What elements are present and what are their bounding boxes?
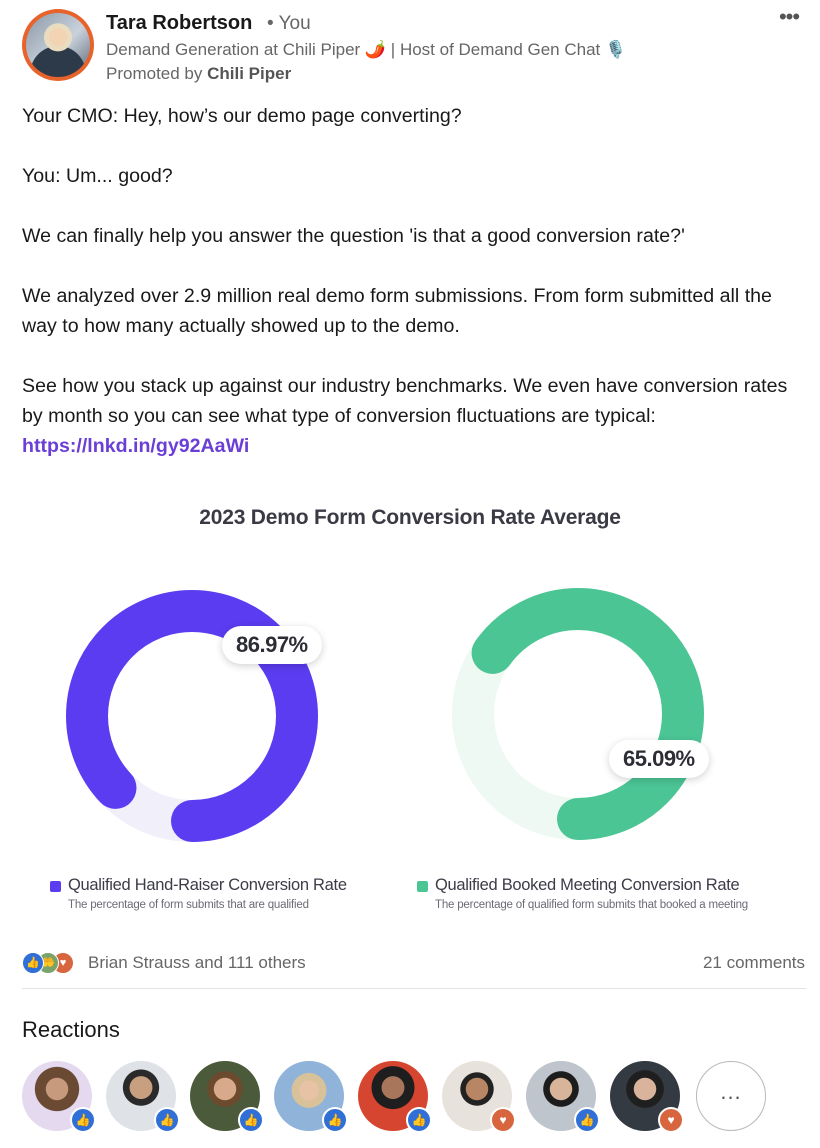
reactor-avatar[interactable]: 👍: [190, 1061, 264, 1133]
post-link[interactable]: https://lnkd.in/gy92AaWi: [22, 435, 249, 457]
reactor-avatar[interactable]: 👍: [274, 1061, 348, 1133]
legend-swatch: [50, 881, 61, 892]
promoted-prefix: Promoted by: [106, 64, 203, 83]
legend-label: Qualified Booked Meeting Conversion Rate: [435, 876, 740, 894]
legend-label: Qualified Hand-Raiser Conversion Rate: [68, 876, 347, 894]
post-line: You: Um... good?: [22, 165, 173, 187]
author-name[interactable]: Tara Robertson: [106, 12, 252, 35]
comments-count-link[interactable]: 21 comments: [703, 953, 805, 973]
donut-chart-booked-meeting: [452, 588, 704, 840]
post-line: See how you stack up against our industr…: [22, 371, 802, 461]
like-icon: 👍: [574, 1107, 600, 1133]
post-line: Your CMO: Hey, how’s our demo page conve…: [22, 105, 462, 127]
donut-value-label: 86.97%: [222, 626, 322, 664]
reactor-avatar[interactable]: 👍: [22, 1061, 96, 1133]
reactor-avatar[interactable]: 👍: [526, 1061, 600, 1133]
more-reactors-button[interactable]: ...: [696, 1061, 766, 1131]
love-icon: ♥: [658, 1107, 684, 1133]
donut-value-label: 65.09%: [609, 740, 709, 778]
reactions-heading: Reactions: [22, 1017, 120, 1042]
like-icon: 👍: [406, 1107, 432, 1133]
like-icon: 👍: [238, 1107, 264, 1133]
like-icon: 👍: [70, 1107, 96, 1133]
legend-description: The percentage of qualified form submits…: [435, 899, 748, 911]
love-icon: ♥: [490, 1107, 516, 1133]
author-you-label: • You: [267, 13, 311, 34]
legend-swatch: [417, 881, 428, 892]
reactor-avatar[interactable]: ♥: [442, 1061, 516, 1133]
divider: [22, 988, 806, 989]
chart-title: 2023 Demo Form Conversion Rate Average: [199, 506, 621, 529]
promoted-label: Promoted by Chili Piper: [106, 64, 291, 84]
reaction-icons[interactable]: 👍 🤲 ♥: [22, 952, 82, 974]
like-icon: 👍: [322, 1107, 348, 1133]
like-icon: 👍: [154, 1107, 180, 1133]
legend-description: The percentage of form submits that are …: [68, 899, 309, 911]
author-headline: Demand Generation at Chili Piper 🌶️ | Ho…: [106, 40, 627, 59]
like-icon: 👍: [22, 952, 44, 974]
reactor-avatar[interactable]: 👍: [106, 1061, 180, 1133]
promoted-by-link[interactable]: Chili Piper: [207, 64, 291, 83]
reactor-avatar[interactable]: ♥: [610, 1061, 684, 1133]
author-avatar[interactable]: [22, 9, 94, 81]
reactor-avatar[interactable]: 👍: [358, 1061, 432, 1133]
more-options-icon[interactable]: •••: [776, 6, 802, 32]
post-text: Your CMO: Hey, how’s our demo page conve…: [22, 101, 802, 461]
reactions-count-link[interactable]: Brian Strauss and 111 others: [88, 953, 306, 973]
post-line-text: See how you stack up against our industr…: [22, 375, 788, 427]
post-line: We can finally help you answer the quest…: [22, 225, 685, 247]
post-line: We analyzed over 2.9 million real demo f…: [22, 285, 772, 337]
